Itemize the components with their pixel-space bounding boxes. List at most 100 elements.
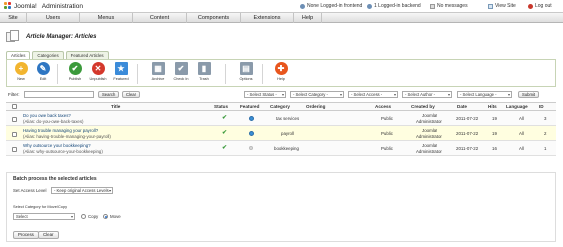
copy-radio[interactable]: [81, 214, 86, 219]
menu-content[interactable]: Content: [133, 13, 187, 23]
row-checkbox[interactable]: [12, 117, 17, 122]
status-backend: 1 Logged-in backend: [367, 3, 421, 9]
menu-extensions[interactable]: Extensions: [241, 13, 294, 23]
category-move-select[interactable]: Select: [13, 213, 75, 220]
user-icon: [367, 3, 372, 9]
trash-icon: ▮: [197, 62, 211, 75]
col-status[interactable]: Status: [214, 104, 228, 109]
search-button[interactable]: Search: [98, 91, 120, 98]
help-button[interactable]: ✚ Help: [270, 62, 292, 86]
unpublish-button[interactable]: ✕ Unpublish: [87, 62, 109, 86]
checkin-button[interactable]: ✔ Check In: [170, 62, 192, 86]
featured-star-icon[interactable]: [249, 131, 254, 136]
archive-icon: ▦: [151, 62, 165, 75]
copy-label: Copy: [88, 214, 99, 219]
row-hits: 16: [492, 146, 497, 151]
row-checkbox[interactable]: [12, 132, 17, 137]
joomla-logo[interactable]: Joomla! Administration: [4, 2, 83, 10]
app-title: Administration: [41, 2, 83, 10]
table-row: Why outsource your bookkeeping? (Alias: …: [6, 141, 556, 156]
col-id[interactable]: ID: [539, 104, 544, 109]
tab-articles[interactable]: Articles: [6, 51, 31, 59]
published-check-icon[interactable]: ✔: [222, 129, 227, 136]
tab-categories[interactable]: Categories: [32, 51, 64, 59]
menu-help[interactable]: Help: [294, 13, 322, 23]
published-check-icon[interactable]: ✔: [222, 144, 227, 151]
article-alias: (Alias: why-outsource-your-bookkeeping): [23, 149, 103, 154]
search-input[interactable]: [24, 91, 94, 98]
new-button[interactable]: + New: [10, 62, 32, 86]
publish-icon: ✔: [68, 62, 82, 75]
menu-menus[interactable]: Menus: [80, 13, 133, 23]
menu-users[interactable]: Users: [27, 13, 80, 23]
col-ordering[interactable]: Ordering: [306, 104, 325, 109]
row-id: 1: [544, 146, 547, 151]
access-level-select[interactable]: - Keep original Access Levels -: [51, 187, 113, 194]
language-select[interactable]: - Select Language -: [457, 91, 512, 98]
col-featured[interactable]: Featured: [240, 104, 259, 109]
app-name: Joomla!: [14, 2, 37, 10]
tab-featured-articles[interactable]: Featured Articles: [65, 51, 109, 59]
row-author-role[interactable]: Administrator: [416, 119, 442, 124]
status-messages[interactable]: No messages: [430, 3, 468, 9]
move-radio[interactable]: [103, 214, 108, 219]
col-access[interactable]: Access: [375, 104, 391, 109]
toolbar-divider: [262, 64, 263, 84]
row-author-name[interactable]: Joomla!: [422, 128, 437, 133]
select-all-checkbox[interactable]: [12, 104, 17, 109]
logout-link[interactable]: Log out: [528, 3, 552, 9]
row-access: Public: [381, 116, 393, 121]
published-check-icon[interactable]: ✔: [222, 114, 227, 121]
options-button[interactable]: ▤ Options: [235, 62, 257, 86]
edit-icon: ✎: [36, 62, 50, 75]
filter-label: Filter:: [8, 92, 20, 97]
process-button[interactable]: Process: [13, 231, 39, 239]
row-author-name[interactable]: Joomla!: [422, 143, 437, 148]
col-category[interactable]: Category: [270, 104, 290, 109]
batch-clear-button[interactable]: Clear: [38, 231, 59, 239]
archive-button[interactable]: ▦ Archive: [147, 62, 169, 86]
article-title-link[interactable]: Having trouble managing your payroll?: [23, 128, 98, 133]
col-created-by[interactable]: Created by: [411, 104, 435, 109]
access-select[interactable]: - Select Access -: [348, 91, 398, 98]
row-date: 2011-07-22: [456, 116, 479, 121]
featured-button[interactable]: ★ Featured: [110, 62, 132, 86]
status-select[interactable]: - Select Status -: [244, 91, 286, 98]
unpublish-icon: ✕: [91, 62, 105, 75]
col-language[interactable]: Language: [506, 104, 528, 109]
article-alias: (Alias: do-you-owe-back-taxes): [23, 119, 84, 124]
mail-icon: [430, 3, 435, 9]
row-author-role[interactable]: Administrator: [416, 134, 442, 139]
col-hits[interactable]: Hits: [488, 104, 497, 109]
author-select[interactable]: - Select Author -: [402, 91, 452, 98]
category-select[interactable]: - Select Category -: [290, 91, 344, 98]
clear-button[interactable]: Clear: [122, 91, 141, 98]
trash-button[interactable]: ▮ Trash: [193, 62, 215, 86]
row-category: payroll: [281, 131, 294, 136]
publish-button[interactable]: ✔ Publish: [64, 62, 86, 86]
row-id: 3: [544, 116, 547, 121]
menu-site[interactable]: Site: [0, 13, 27, 23]
row-checkbox[interactable]: [12, 147, 17, 152]
col-title[interactable]: Title: [111, 104, 120, 109]
col-date[interactable]: Date: [457, 104, 467, 109]
unfeatured-icon[interactable]: [249, 146, 253, 150]
view-site-link[interactable]: View Site: [488, 3, 516, 9]
edit-button[interactable]: ✎ Edit: [32, 62, 54, 86]
featured-icon: ★: [114, 62, 128, 75]
article-manager-icon: [6, 30, 22, 43]
article-alias: (Alias: having-trouble-managing-your-pay…: [23, 134, 111, 139]
submenu-tabs: Articles Categories Featured Articles: [6, 51, 111, 59]
app-window: Joomla! Administration None Logged-in fr…: [0, 0, 563, 247]
featured-star-icon[interactable]: [249, 116, 254, 121]
menu-components[interactable]: Components: [187, 13, 241, 23]
row-author-role[interactable]: Administrator: [416, 149, 442, 154]
monitor-icon: [488, 3, 493, 9]
row-author-name[interactable]: Joomla!: [422, 113, 437, 118]
user-icon: [300, 3, 305, 9]
article-title-link[interactable]: Why outsource your bookkeeping?: [23, 143, 91, 148]
submit-button[interactable]: Submit: [518, 91, 540, 98]
batch-title: Batch process the selected articles: [13, 176, 97, 182]
row-category: bookkeeping: [274, 146, 299, 151]
article-title-link[interactable]: Do you owe back taxes?: [23, 113, 71, 118]
